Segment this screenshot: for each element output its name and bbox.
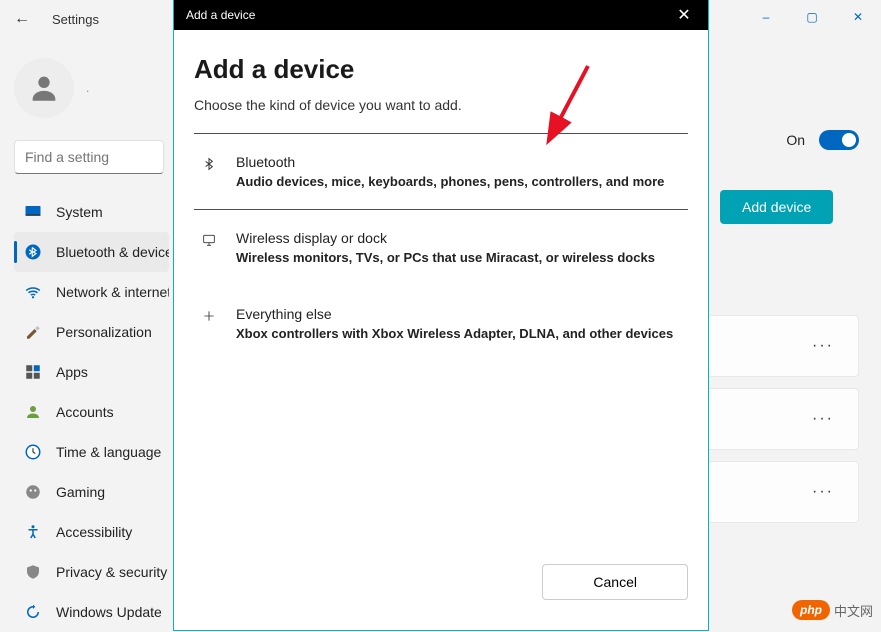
brush-icon	[24, 323, 42, 341]
bluetooth-toggle[interactable]	[819, 130, 859, 150]
toggle-label: On	[786, 132, 805, 148]
option-title: Everything else	[236, 306, 673, 322]
bluetooth-toggle-row: On	[720, 130, 859, 150]
sidebar-item-time[interactable]: Time & language	[14, 432, 169, 472]
display-icon	[200, 230, 218, 265]
sidebar-item-label: System	[56, 204, 103, 220]
option-title: Wireless display or dock	[236, 230, 655, 246]
sidebar-item-label: Apps	[56, 364, 88, 380]
modal-footer: Cancel	[542, 564, 688, 600]
modal-titlebar: Add a device ✕	[174, 0, 708, 30]
sidebar-item-label: Accessibility	[56, 524, 132, 540]
option-desc: Audio devices, mice, keyboards, phones, …	[236, 174, 664, 189]
sidebar-item-personalization[interactable]: Personalization	[14, 312, 169, 352]
option-wireless-display[interactable]: Wireless display or dock Wireless monito…	[194, 210, 688, 286]
add-device-button[interactable]: Add device	[720, 190, 833, 224]
sidebar-item-system[interactable]: System	[14, 192, 169, 232]
modal-heading: Add a device	[194, 54, 688, 85]
apps-icon	[24, 363, 42, 381]
back-arrow-icon[interactable]: ←	[8, 6, 36, 32]
sidebar: System Bluetooth & devices Network & int…	[14, 192, 169, 632]
cancel-button[interactable]: Cancel	[542, 564, 688, 600]
more-icon[interactable]: ···	[812, 483, 834, 501]
close-button[interactable]: ✕	[835, 1, 881, 33]
sidebar-item-label: Accounts	[56, 404, 114, 420]
sidebar-item-label: Network & internet	[56, 284, 169, 300]
more-icon[interactable]: ···	[812, 337, 834, 355]
user-icon	[27, 71, 61, 105]
option-title: Bluetooth	[236, 154, 664, 170]
settings-header: ← Settings	[8, 6, 99, 32]
gaming-icon	[24, 483, 42, 501]
page-title: Settings	[52, 12, 99, 27]
option-everything-else[interactable]: Everything else Xbox controllers with Xb…	[194, 286, 688, 362]
option-desc: Xbox controllers with Xbox Wireless Adap…	[236, 326, 673, 341]
sidebar-item-accessibility[interactable]: Accessibility	[14, 512, 169, 552]
sidebar-item-label: Gaming	[56, 484, 105, 500]
bluetooth-panel: On Add device	[720, 130, 859, 224]
more-icon[interactable]: ···	[812, 410, 834, 428]
watermark-text: 中文网	[834, 601, 873, 620]
sidebar-item-label: Windows Update	[56, 604, 162, 620]
sidebar-item-apps[interactable]: Apps	[14, 352, 169, 392]
option-texts: Everything else Xbox controllers with Xb…	[236, 306, 673, 341]
add-device-modal: Add a device ✕ Add a device Choose the k…	[174, 0, 708, 630]
update-icon	[24, 603, 42, 621]
sidebar-item-label: Personalization	[56, 324, 152, 340]
sidebar-item-update[interactable]: Windows Update	[14, 592, 169, 632]
avatar[interactable]	[14, 58, 74, 118]
sidebar-item-bluetooth[interactable]: Bluetooth & devices	[14, 232, 169, 272]
sidebar-item-gaming[interactable]: Gaming	[14, 472, 169, 512]
wifi-icon	[24, 283, 42, 301]
sidebar-item-network[interactable]: Network & internet	[14, 272, 169, 312]
sidebar-item-label: Bluetooth & devices	[56, 244, 169, 260]
minimize-button[interactable]: –	[743, 1, 789, 33]
option-texts: Bluetooth Audio devices, mice, keyboards…	[236, 154, 664, 189]
shield-icon	[24, 563, 42, 581]
maximize-button[interactable]: ▢	[789, 1, 835, 33]
plus-icon	[200, 306, 218, 341]
modal-body: Add a device Choose the kind of device y…	[174, 30, 708, 630]
display-icon	[24, 203, 42, 221]
user-label: .	[86, 81, 89, 95]
sidebar-item-privacy[interactable]: Privacy & security	[14, 552, 169, 592]
watermark-badge: php	[792, 600, 830, 620]
watermark: php 中文网	[792, 600, 873, 620]
bluetooth-icon	[24, 243, 42, 261]
clock-icon	[24, 443, 42, 461]
sidebar-item-label: Privacy & security	[56, 564, 167, 580]
sidebar-item-label: Time & language	[56, 444, 161, 460]
modal-title: Add a device	[186, 8, 255, 22]
modal-close-button[interactable]: ✕	[664, 0, 704, 30]
account-icon	[24, 403, 42, 421]
modal-subtitle: Choose the kind of device you want to ad…	[194, 97, 688, 113]
option-bluetooth[interactable]: Bluetooth Audio devices, mice, keyboards…	[194, 134, 688, 210]
sidebar-item-accounts[interactable]: Accounts	[14, 392, 169, 432]
device-options-list: Bluetooth Audio devices, mice, keyboards…	[194, 133, 688, 362]
bluetooth-icon	[200, 154, 218, 189]
search-input[interactable]	[14, 140, 164, 174]
user-area: .	[14, 58, 89, 118]
option-desc: Wireless monitors, TVs, or PCs that use …	[236, 250, 655, 265]
option-texts: Wireless display or dock Wireless monito…	[236, 230, 655, 265]
accessibility-icon	[24, 523, 42, 541]
